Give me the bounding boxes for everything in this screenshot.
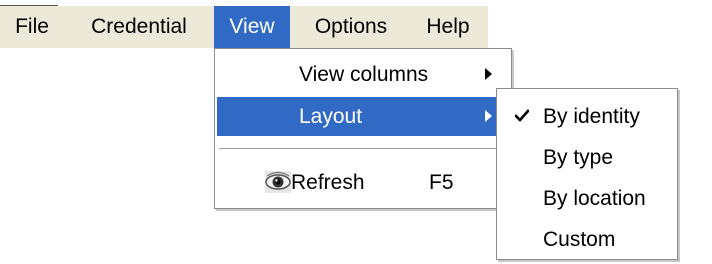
view-menu: View columns Layout Refresh F5: [214, 48, 512, 209]
menu-view[interactable]: View: [214, 6, 290, 48]
layout-label: Layout: [299, 105, 363, 128]
refresh-shortcut: F5: [429, 171, 454, 194]
menu-credential[interactable]: Credential: [64, 6, 214, 48]
menu-separator: [219, 148, 507, 150]
custom-label: Custom: [543, 228, 616, 251]
menu-options-label: Options: [314, 15, 388, 38]
by-identity-label: By identity: [543, 105, 640, 128]
menu-bar: File Credential View Options Help: [0, 6, 488, 48]
menu-options[interactable]: Options: [296, 6, 406, 48]
menu-item-by-identity[interactable]: By identity: [499, 97, 675, 136]
menu-item-layout[interactable]: Layout: [217, 97, 509, 136]
menu-item-refresh[interactable]: Refresh F5: [217, 163, 509, 202]
menu-help-label: Help: [426, 15, 470, 38]
submenu-arrow-icon: [485, 110, 492, 122]
view-columns-label: View columns: [299, 63, 429, 86]
layout-submenu: By identity By type By location Custom: [496, 88, 678, 260]
menu-item-view-columns[interactable]: View columns: [217, 55, 509, 94]
refresh-label: Refresh: [291, 171, 365, 194]
by-location-label: By location: [543, 187, 646, 210]
menu-item-by-type[interactable]: By type: [499, 138, 675, 177]
submenu-arrow-icon: [485, 68, 492, 80]
menu-help[interactable]: Help: [410, 6, 486, 48]
menu-view-label: View: [229, 15, 275, 38]
checkmark-icon: [515, 109, 529, 122]
menu-item-by-location[interactable]: By location: [499, 179, 675, 218]
menu-file[interactable]: File: [0, 6, 64, 48]
menu-credential-label: Credential: [91, 15, 187, 38]
menu-file-label: File: [15, 15, 49, 38]
eye-icon: [265, 171, 291, 193]
menu-item-custom[interactable]: Custom: [499, 220, 675, 259]
by-type-label: By type: [543, 146, 614, 169]
